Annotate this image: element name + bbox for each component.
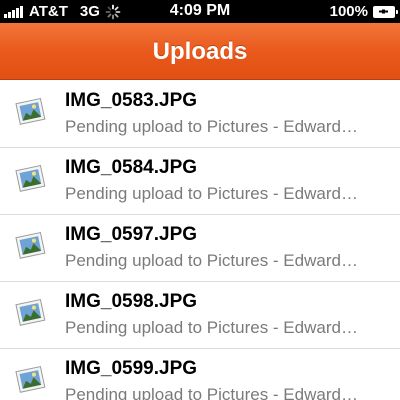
photo-file-icon — [15, 97, 46, 125]
upload-status: Pending upload to Pictures - Edward… — [65, 117, 358, 136]
status-bar: AT&T 3G 4:09 PM 100% — [0, 0, 400, 23]
file-name: IMG_0583.JPG — [65, 90, 198, 111]
upload-status: Pending upload to Pictures - Edward… — [65, 385, 358, 400]
upload-status: Pending upload to Pictures - Edward… — [65, 318, 358, 337]
list-item[interactable]: IMG_0598.JPG Pending upload to Pictures … — [0, 282, 400, 349]
photo-file-icon — [15, 164, 46, 192]
list-item[interactable]: IMG_0583.JPG Pending upload to Pictures … — [0, 81, 400, 148]
file-name: IMG_0598.JPG — [65, 291, 198, 312]
list-item[interactable]: IMG_0584.JPG Pending upload to Pictures … — [0, 148, 400, 215]
file-name: IMG_0599.JPG — [65, 358, 198, 379]
upload-status: Pending upload to Pictures - Edward… — [65, 251, 358, 270]
battery-charging-icon — [373, 5, 398, 18]
upload-list: IMG_0583.JPG Pending upload to Pictures … — [0, 81, 400, 400]
navigation-bar: Uploads — [0, 23, 400, 80]
charging-plug-icon — [379, 9, 388, 13]
battery-percentage: 100% — [329, 3, 368, 20]
file-name: IMG_0597.JPG — [65, 224, 198, 245]
page-title: Uploads — [152, 38, 248, 65]
status-right: 100% — [329, 3, 398, 20]
file-name: IMG_0584.JPG — [65, 157, 198, 178]
uploads-screen: AT&T 3G 4:09 PM 100% Uploads IMG_0583.JP… — [0, 0, 400, 400]
photo-file-icon — [15, 298, 46, 326]
photo-file-icon — [15, 365, 46, 393]
list-item[interactable]: IMG_0597.JPG Pending upload to Pictures … — [0, 215, 400, 282]
photo-file-icon — [15, 231, 46, 259]
list-item[interactable]: IMG_0599.JPG Pending upload to Pictures … — [0, 349, 400, 400]
upload-status: Pending upload to Pictures - Edward… — [65, 184, 358, 203]
